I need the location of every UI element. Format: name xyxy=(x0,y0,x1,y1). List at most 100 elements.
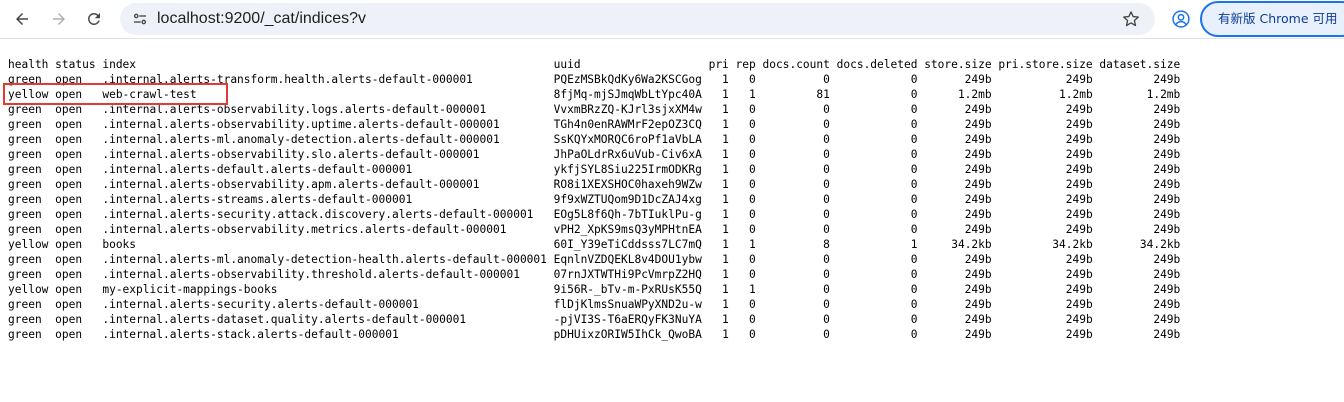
cell-docs-deleted: 0 xyxy=(910,88,918,101)
forward-button[interactable] xyxy=(47,7,71,31)
cell-index: .internal.alerts-ml.anomaly-detection.al… xyxy=(102,133,500,146)
cell-uuid: 9f9xWZTUQom9D1DcZAJ4xg xyxy=(553,193,702,206)
cell-docs-count: 0 xyxy=(823,283,830,296)
cell-dataset-size: 249b xyxy=(1153,118,1181,131)
cell-uuid: pDHUixzORIW5IhCk_QwoBA xyxy=(553,328,702,341)
cell-rep: 1 xyxy=(749,88,756,101)
cell-docs-deleted: 0 xyxy=(910,133,918,146)
cell-store-size: 249b xyxy=(964,103,992,116)
cell-uuid: TGh4n0enRAWMrF2epOZ3CQ xyxy=(553,118,702,131)
cell-status: open xyxy=(55,163,83,176)
cell-uuid: SsKQYxMORQC6roPf1aVbLA xyxy=(553,133,702,146)
cell-docs-deleted: 0 xyxy=(910,223,918,236)
address-bar[interactable]: localhost:9200/_cat/indices?v xyxy=(120,3,1155,35)
cell-docs-deleted: 0 xyxy=(910,118,918,131)
cell-health: green xyxy=(8,178,42,191)
cell-store-size: 249b xyxy=(964,178,992,191)
cell-health: green xyxy=(8,133,42,146)
cell-docs-deleted: 1 xyxy=(910,238,918,251)
cat-index-row: green open .internal.alerts-observabilit… xyxy=(8,178,1180,191)
highlight-box xyxy=(3,83,228,105)
back-button[interactable] xyxy=(10,7,34,31)
cell-status: open xyxy=(55,313,83,326)
cell-rep: 0 xyxy=(749,148,756,161)
cell-health: yellow xyxy=(8,238,49,251)
url-text[interactable]: localhost:9200/_cat/indices?v xyxy=(157,10,366,28)
cell-pri-store-size: 34.2kb xyxy=(1052,238,1093,251)
cell-docs-deleted: 0 xyxy=(910,103,918,116)
cell-docs-count: 0 xyxy=(823,193,830,206)
cell-pri-store-size: 249b xyxy=(1065,208,1093,221)
cat-index-row: green open .internal.alerts-dataset.qual… xyxy=(8,313,1180,326)
cell-pri-store-size: 249b xyxy=(1065,298,1093,311)
header-pri: pri xyxy=(708,58,729,71)
header-docs-deleted: docs.deleted xyxy=(836,58,918,71)
cell-status: open xyxy=(55,238,83,251)
bookmark-button[interactable] xyxy=(1121,9,1141,29)
cell-docs-count: 0 xyxy=(823,178,830,191)
cell-store-size: 249b xyxy=(964,253,992,266)
cell-uuid: EqnlnVZDQEKL8v4DOU1ybw xyxy=(553,253,702,266)
cell-uuid: 8fjMq-mjSJmqWbLtYpc40A xyxy=(553,88,702,101)
cell-store-size: 249b xyxy=(964,163,992,176)
cell-store-size: 249b xyxy=(964,298,992,311)
cell-pri-store-size: 249b xyxy=(1065,328,1093,341)
cell-store-size: 249b xyxy=(964,193,992,206)
cell-pri-store-size: 249b xyxy=(1065,268,1093,281)
site-info-button[interactable] xyxy=(130,9,150,29)
cell-store-size: 249b xyxy=(964,118,992,131)
cell-rep: 0 xyxy=(749,103,756,116)
cell-docs-deleted: 0 xyxy=(910,208,918,221)
cell-health: green xyxy=(8,268,42,281)
cell-docs-count: 0 xyxy=(823,268,830,281)
reload-button[interactable] xyxy=(82,7,106,31)
cell-pri: 1 xyxy=(722,328,729,341)
cell-health: yellow xyxy=(8,283,49,296)
cell-dataset-size: 249b xyxy=(1153,103,1181,116)
cell-health: green xyxy=(8,298,42,311)
cell-pri-store-size: 249b xyxy=(1065,193,1093,206)
cell-pri: 1 xyxy=(722,178,729,191)
cell-store-size: 249b xyxy=(964,328,992,341)
cell-docs-deleted: 0 xyxy=(910,73,918,86)
cell-rep: 0 xyxy=(749,253,756,266)
header-dataset-size: dataset.size xyxy=(1099,58,1181,71)
cat-header-row: health status index uuid pri rep docs.co… xyxy=(8,58,1180,71)
cell-status: open xyxy=(55,118,83,131)
cell-docs-deleted: 0 xyxy=(910,268,918,281)
cell-store-size: 249b xyxy=(964,268,992,281)
cell-store-size: 34.2kb xyxy=(951,238,992,251)
cell-dataset-size: 1.2mb xyxy=(1146,88,1181,101)
cell-docs-deleted: 0 xyxy=(910,328,918,341)
cell-pri: 1 xyxy=(722,103,729,116)
cell-rep: 1 xyxy=(749,283,756,296)
chrome-update-button[interactable]: 有新版 Chrome 可用 xyxy=(1200,1,1344,37)
cell-store-size: 249b xyxy=(964,313,992,326)
cell-pri: 1 xyxy=(722,133,729,146)
cell-rep: 0 xyxy=(749,133,756,146)
cell-pri: 1 xyxy=(722,73,729,86)
cell-pri-store-size: 249b xyxy=(1065,148,1093,161)
cell-index: my-explicit-mappings-books xyxy=(102,283,278,296)
cell-uuid: 9i56R-_bTv-m-PxRUsK55Q xyxy=(553,283,702,296)
cell-dataset-size: 249b xyxy=(1153,253,1181,266)
profile-button[interactable] xyxy=(1170,8,1192,30)
cat-index-row: green open .internal.alerts-stack.alerts… xyxy=(8,328,1180,341)
cell-pri-store-size: 249b xyxy=(1065,163,1093,176)
cat-index-row: green open .internal.alerts-streams.aler… xyxy=(8,193,1180,206)
cell-pri: 1 xyxy=(722,148,729,161)
cell-docs-count: 0 xyxy=(823,73,830,86)
cell-health: green xyxy=(8,328,42,341)
cell-uuid: PQEzMSBkQdKy6Wa2KSCGog xyxy=(553,73,702,86)
cell-rep: 0 xyxy=(749,163,756,176)
cell-pri-store-size: 249b xyxy=(1065,103,1093,116)
cell-docs-count: 0 xyxy=(823,298,830,311)
cat-index-row: green open .internal.alerts-observabilit… xyxy=(8,148,1180,161)
cell-docs-count: 0 xyxy=(823,148,830,161)
bookmark-star-icon xyxy=(1123,11,1139,27)
header-index: index xyxy=(102,58,137,71)
cell-dataset-size: 249b xyxy=(1153,313,1181,326)
cell-dataset-size: 34.2kb xyxy=(1139,238,1181,251)
cell-uuid: flDjKlmsSnuaWPyXND2u-w xyxy=(553,298,702,311)
cell-docs-deleted: 0 xyxy=(910,283,918,296)
